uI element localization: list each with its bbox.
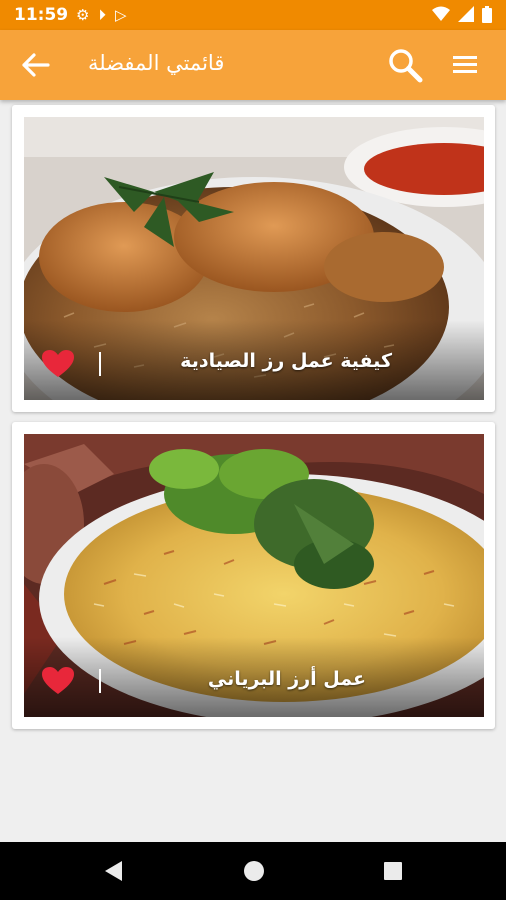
recipe-image[interactable]: عمل أرز البرياني xyxy=(24,434,484,717)
status-bar: 11:59 ⚙ ⏵ ▷ xyxy=(0,0,506,30)
wifi-icon xyxy=(432,6,450,21)
status-system-icons xyxy=(432,6,492,23)
heart-icon[interactable] xyxy=(42,667,74,695)
settings-icon: ⚙ xyxy=(76,6,90,24)
recipe-title: كيفية عمل رز الصيادية xyxy=(180,350,392,372)
status-time: 11:59 xyxy=(14,5,69,25)
menu-icon[interactable] xyxy=(450,50,480,80)
media-icon: ⏵ xyxy=(98,6,106,24)
play-store-icon: ▷ xyxy=(114,6,127,24)
status-notification-icons: ⚙ ⏵ ▷ xyxy=(76,6,127,24)
recents-square-icon[interactable] xyxy=(383,861,403,881)
favorite-card[interactable]: عمل أرز البرياني xyxy=(12,422,495,729)
back-triangle-icon[interactable] xyxy=(104,860,124,882)
heart-icon[interactable] xyxy=(42,350,74,378)
home-circle-icon[interactable] xyxy=(243,860,265,882)
signal-icon xyxy=(458,6,474,22)
recipe-image[interactable]: كيفية عمل رز الصيادية xyxy=(24,117,484,400)
favorite-card[interactable]: كيفية عمل رز الصيادية xyxy=(12,105,495,412)
app-bar: قائمتي المفضلة xyxy=(0,30,506,100)
divider xyxy=(99,352,101,376)
divider xyxy=(99,669,101,693)
back-arrow-icon[interactable] xyxy=(18,50,52,80)
system-nav-bar xyxy=(0,842,506,900)
battery-icon xyxy=(482,6,492,23)
page-title: قائمتي المفضلة xyxy=(88,51,225,75)
recipe-title: عمل أرز البرياني xyxy=(207,668,366,690)
search-icon[interactable] xyxy=(386,46,424,84)
